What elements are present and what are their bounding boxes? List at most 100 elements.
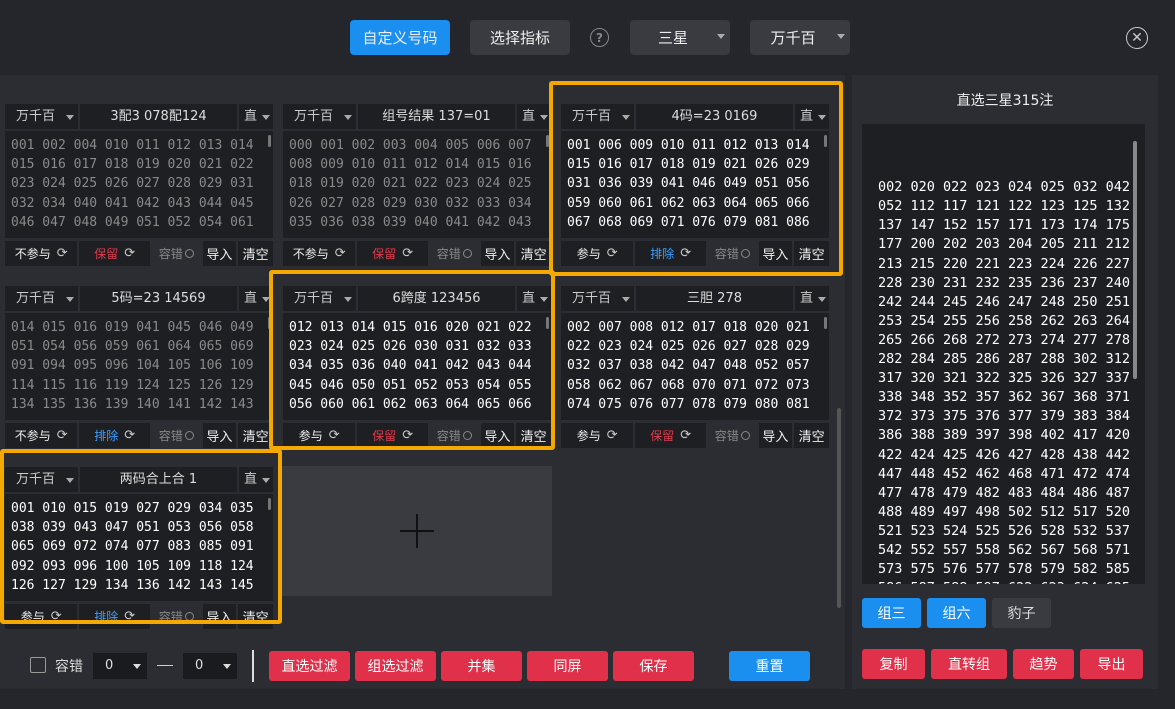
result-list[interactable]: 002 020 022 023 024 025 032 042 052 112 1… [862,124,1145,584]
card-position-select[interactable]: 万千百 [5,104,80,129]
clear-button[interactable]: 清空 [794,423,829,448]
card-mode-select[interactable]: 直 [515,286,551,311]
card-numbers[interactable]: 001 006 009 010 011 012 013 014 015 016 0… [561,131,829,238]
union-button[interactable]: 并集 [441,651,522,681]
help-icon[interactable]: ? [590,28,609,47]
card-position-select[interactable]: 万千百 [561,286,636,311]
mode-select[interactable]: 三星 [630,20,730,55]
import-button[interactable]: 导入 [480,241,515,266]
card-scrollbar[interactable] [546,135,549,147]
tolerance-toggle[interactable]: 容错 [152,423,201,448]
clear-button[interactable]: 清空 [516,423,551,448]
clear-button[interactable]: 清空 [238,604,273,629]
add-filter-card[interactable] [282,466,552,596]
participate-toggle[interactable]: 参与 ⟳ [561,423,634,448]
group-three-button[interactable]: 组三 [862,598,921,628]
participate-label: 不参与 [292,247,329,261]
result-scrollbar[interactable] [1133,141,1137,379]
clear-button[interactable]: 清空 [794,241,829,266]
tolerance-toggle[interactable]: 容错 [708,423,757,448]
result-line: 372 373 375 376 377 379 383 384 [878,408,1130,425]
group-six-button[interactable]: 组六 [927,598,986,628]
card-position-select[interactable]: 万千百 [5,286,80,311]
clear-button[interactable]: 清空 [238,423,273,448]
participate-toggle[interactable]: 参与 ⟳ [5,604,78,629]
clear-button[interactable]: 清空 [516,241,551,266]
direct-to-group-button[interactable]: 直转组 [931,649,1007,679]
tolerance-checkbox[interactable] [30,657,46,673]
card-mode-select[interactable]: 直 [515,104,551,129]
card-scrollbar[interactable] [824,317,827,329]
number-line: 026 027 028 029 030 032 033 034 [289,195,532,211]
card-position-select[interactable]: 万千百 [283,104,358,129]
participate-toggle[interactable]: 不参与 ⟳ [5,241,78,266]
card-position-select[interactable]: 万千百 [283,286,358,311]
import-button[interactable]: 导入 [480,423,515,448]
same-screen-button[interactable]: 同屏 [527,651,608,681]
keep-toggle[interactable]: 保留 ⟳ [635,423,706,448]
card-position-select[interactable]: 万千百 [561,104,636,129]
tolerance-toggle[interactable]: 容错 [430,423,479,448]
card-mode-select[interactable]: 直 [237,104,273,129]
bottom-toolbar: 容错 0 0 直选过滤 组选过滤 并集 同屏 保存 重置 [0,648,845,684]
card-position-select[interactable]: 万千百 [5,467,80,492]
trend-button[interactable]: 趋势 [1013,649,1074,679]
direct-filter-button[interactable]: 直选过滤 [269,651,350,681]
tolerance-toggle[interactable]: 容错 [708,241,757,266]
keep-toggle[interactable]: 保留 ⟳ [357,423,428,448]
card-scrollbar[interactable] [268,498,271,510]
card-numbers[interactable]: 001 002 004 010 011 012 013 014 015 016 0… [5,131,273,238]
keep-toggle[interactable]: 保留 ⟳ [79,241,150,266]
close-icon[interactable]: ✕ [1126,27,1148,49]
position-select[interactable]: 万千百 [750,20,850,55]
group-filter-button[interactable]: 组选过滤 [355,651,436,681]
card-numbers[interactable]: 012 013 014 015 016 020 021 022 023 024 0… [283,313,551,420]
select-indicator-button[interactable]: 选择指标 [470,20,570,55]
keep-toggle[interactable]: 排除 ⟳ [79,423,150,448]
import-button[interactable]: 导入 [758,423,793,448]
chevron-down-icon [223,664,231,669]
card-numbers[interactable]: 002 007 008 012 017 018 020 021 022 023 0… [561,313,829,420]
tolerance-toggle[interactable]: 容错 [152,604,201,629]
participate-toggle[interactable]: 参与 ⟳ [283,423,356,448]
participate-toggle[interactable]: 不参与 ⟳ [283,241,356,266]
import-button[interactable]: 导入 [202,604,237,629]
result-line: 338 348 352 357 362 367 368 371 [878,389,1130,406]
export-button[interactable]: 导出 [1080,649,1143,679]
chevron-down-icon [540,297,548,302]
card-mode-select[interactable]: 直 [793,286,829,311]
import-button[interactable]: 导入 [202,241,237,266]
clear-button[interactable]: 清空 [238,241,273,266]
card-scrollbar[interactable] [268,135,271,147]
custom-number-button[interactable]: 自定义号码 [350,20,450,55]
card-mode-select[interactable]: 直 [793,104,829,129]
filter-card: 万千百 4码=23 0169 直 001 006 009 010 011 012 01… [561,104,829,268]
card-numbers[interactable]: 001 010 015 019 027 029 034 035 038 039 0… [5,494,273,601]
filter-area-scrollbar[interactable] [837,408,841,608]
card-numbers[interactable]: 000 001 002 003 004 005 006 007 008 009 0… [283,131,551,238]
tolerance-toggle[interactable]: 容错 [430,241,479,266]
keep-toggle[interactable]: 保留 ⟳ [357,241,428,266]
card-scrollbar[interactable] [268,317,271,329]
tolerance-min-select[interactable]: 0 [93,653,147,679]
keep-toggle[interactable]: 排除 ⟳ [635,241,706,266]
card-footer: 参与 ⟳ 保留 ⟳ 容错 导入 清空 [283,423,551,448]
copy-button[interactable]: 复制 [862,649,925,679]
save-button[interactable]: 保存 [613,651,694,681]
card-scrollbar[interactable] [824,135,827,147]
reset-button[interactable]: 重置 [729,651,810,681]
keep-toggle[interactable]: 排除 ⟳ [79,604,150,629]
tolerance-toggle[interactable]: 容错 [152,241,201,266]
tolerance-max-select[interactable]: 0 [183,653,237,679]
import-button[interactable]: 导入 [202,423,237,448]
participate-toggle[interactable]: 不参与 ⟳ [5,423,78,448]
card-mode-select[interactable]: 直 [237,467,273,492]
leopard-button[interactable]: 豹子 [992,598,1051,628]
card-mode-select[interactable]: 直 [237,286,273,311]
import-button[interactable]: 导入 [758,241,793,266]
keep-label: 排除 [94,610,119,624]
number-line: 023 024 025 026 030 031 032 033 [289,339,532,355]
card-scrollbar[interactable] [546,317,549,329]
card-numbers[interactable]: 014 015 016 019 041 045 046 049 051 054 0… [5,313,273,420]
participate-toggle[interactable]: 参与 ⟳ [561,241,634,266]
